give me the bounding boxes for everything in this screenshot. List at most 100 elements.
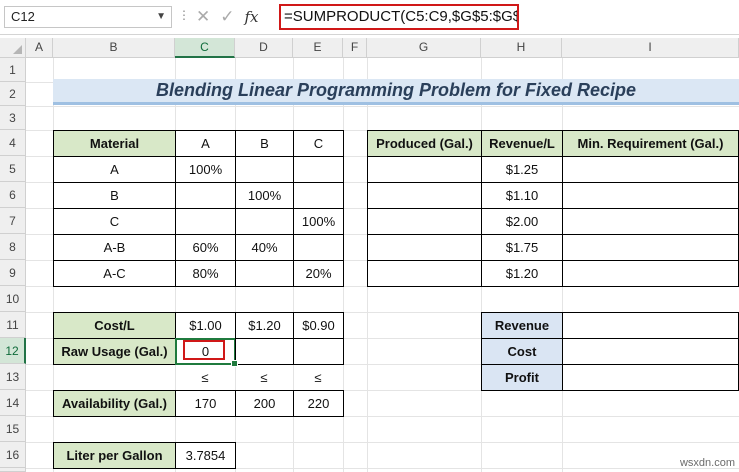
cost-cell[interactable]: $1.00 <box>175 312 236 339</box>
material-header[interactable]: Material <box>53 130 176 157</box>
row-header-17[interactable]: 17 <box>0 468 26 472</box>
row-header-10[interactable]: 10 <box>0 286 26 312</box>
material-share-cell[interactable]: 80% <box>175 260 236 287</box>
revenue-value[interactable] <box>562 312 739 339</box>
min-requirement-header[interactable]: Min. Requirement (Gal.) <box>562 130 739 157</box>
raw-usage-label[interactable]: Raw Usage (Gal.) <box>53 338 176 365</box>
col-header-h[interactable]: H <box>481 38 562 58</box>
min-requirement-cell[interactable] <box>562 234 739 261</box>
insert-function-icon[interactable]: fx <box>245 8 259 26</box>
revenue-per-liter-cell[interactable]: $1.10 <box>481 182 563 209</box>
produced-header[interactable]: Produced (Gal.) <box>367 130 482 157</box>
material-share-cell[interactable] <box>175 208 236 235</box>
material-share-cell[interactable]: 100% <box>293 208 344 235</box>
confirm-icon[interactable]: ✓ <box>220 7 234 27</box>
produced-cell[interactable] <box>367 156 482 183</box>
material-name-cell[interactable]: C <box>53 208 176 235</box>
row-header-2[interactable]: 2 <box>0 82 26 106</box>
material-share-cell[interactable] <box>293 234 344 261</box>
material-share-cell[interactable]: 100% <box>235 182 294 209</box>
produced-cell[interactable] <box>367 182 482 209</box>
material-share-cell[interactable]: 20% <box>293 260 344 287</box>
material-share-cell[interactable] <box>293 182 344 209</box>
formula-input[interactable]: =SUMPRODUCT(C5:C9,$G$5:$G$9) <box>279 4 519 30</box>
raw-usage-cell[interactable] <box>235 338 294 365</box>
material-col-c-header[interactable]: C <box>293 130 344 157</box>
min-requirement-cell[interactable] <box>562 182 739 209</box>
material-share-cell[interactable]: 100% <box>175 156 236 183</box>
row-header-5[interactable]: 5 <box>0 156 26 182</box>
revenue-per-liter-cell[interactable]: $2.00 <box>481 208 563 235</box>
cost-total-label[interactable]: Cost <box>481 338 563 365</box>
row-header-13[interactable]: 13 <box>0 364 26 390</box>
select-all-corner[interactable] <box>0 38 26 58</box>
cost-total-value[interactable] <box>562 338 739 365</box>
profit-value[interactable] <box>562 364 739 391</box>
produced-cell[interactable] <box>367 234 482 261</box>
material-name-cell[interactable]: A-B <box>53 234 176 261</box>
material-share-cell[interactable] <box>293 156 344 183</box>
availability-label[interactable]: Availability (Gal.) <box>53 390 176 417</box>
material-share-cell[interactable] <box>235 260 294 287</box>
cost-cell[interactable]: $1.20 <box>235 312 294 339</box>
revenue-per-liter-header[interactable]: Revenue/L <box>481 130 563 157</box>
leq-sign[interactable]: ≤ <box>293 364 343 390</box>
row-header-14[interactable]: 14 <box>0 390 26 416</box>
col-header-e[interactable]: E <box>293 38 343 58</box>
sheet-title[interactable]: Blending Linear Programming Problem for … <box>53 79 739 105</box>
revenue-label[interactable]: Revenue <box>481 312 563 339</box>
material-share-cell[interactable]: 40% <box>235 234 294 261</box>
col-header-d[interactable]: D <box>235 38 293 58</box>
revenue-per-liter-cell[interactable]: $1.75 <box>481 234 563 261</box>
min-requirement-cell[interactable] <box>562 260 739 287</box>
material-name-cell[interactable]: B <box>53 182 176 209</box>
material-share-cell[interactable] <box>175 182 236 209</box>
row-header-12[interactable]: 12 <box>0 338 26 364</box>
row-header-4[interactable]: 4 <box>0 130 26 156</box>
row-header-9[interactable]: 9 <box>0 260 26 286</box>
row-header-8[interactable]: 8 <box>0 234 26 260</box>
liter-per-gallon-value[interactable]: 3.7854 <box>175 442 236 469</box>
availability-cell[interactable]: 220 <box>293 390 344 417</box>
row-header-15[interactable]: 15 <box>0 416 26 442</box>
profit-label[interactable]: Profit <box>481 364 563 391</box>
row-header-6[interactable]: 6 <box>0 182 26 208</box>
col-header-i[interactable]: I <box>562 38 739 58</box>
row-header-1[interactable]: 1 <box>0 58 26 82</box>
col-header-c[interactable]: C <box>175 38 235 58</box>
liter-per-gallon-label[interactable]: Liter per Gallon <box>53 442 176 469</box>
row-header-16[interactable]: 16 <box>0 442 26 468</box>
material-col-a-header[interactable]: A <box>175 130 236 157</box>
availability-cell[interactable]: 170 <box>175 390 236 417</box>
produced-cell[interactable] <box>367 208 482 235</box>
col-header-f[interactable]: F <box>343 38 367 58</box>
material-share-cell[interactable] <box>235 156 294 183</box>
material-name-cell[interactable]: A-C <box>53 260 176 287</box>
raw-usage-cell[interactable] <box>293 338 344 365</box>
availability-cell[interactable]: 200 <box>235 390 294 417</box>
material-share-cell[interactable]: 60% <box>175 234 236 261</box>
cost-label[interactable]: Cost/L <box>53 312 176 339</box>
material-name-cell[interactable]: A <box>53 156 176 183</box>
material-share-cell[interactable] <box>235 208 294 235</box>
more-options-icon[interactable]: ⋮ <box>178 8 190 22</box>
revenue-per-liter-cell[interactable]: $1.25 <box>481 156 563 183</box>
highlight-box <box>183 340 225 360</box>
produced-cell[interactable] <box>367 260 482 287</box>
col-header-b[interactable]: B <box>53 38 175 58</box>
min-requirement-cell[interactable] <box>562 208 739 235</box>
row-header-11[interactable]: 11 <box>0 312 26 338</box>
row-header-3[interactable]: 3 <box>0 106 26 130</box>
name-box[interactable]: C12 ▼ <box>4 6 172 28</box>
material-col-b-header[interactable]: B <box>235 130 294 157</box>
chevron-down-icon[interactable]: ▼ <box>156 7 166 27</box>
cancel-icon[interactable]: ✕ <box>196 7 210 27</box>
col-header-g[interactable]: G <box>367 38 481 58</box>
cost-cell[interactable]: $0.90 <box>293 312 344 339</box>
row-header-7[interactable]: 7 <box>0 208 26 234</box>
revenue-per-liter-cell[interactable]: $1.20 <box>481 260 563 287</box>
min-requirement-cell[interactable] <box>562 156 739 183</box>
col-header-a[interactable]: A <box>26 38 53 58</box>
leq-sign[interactable]: ≤ <box>235 364 293 390</box>
leq-sign[interactable]: ≤ <box>175 364 235 390</box>
